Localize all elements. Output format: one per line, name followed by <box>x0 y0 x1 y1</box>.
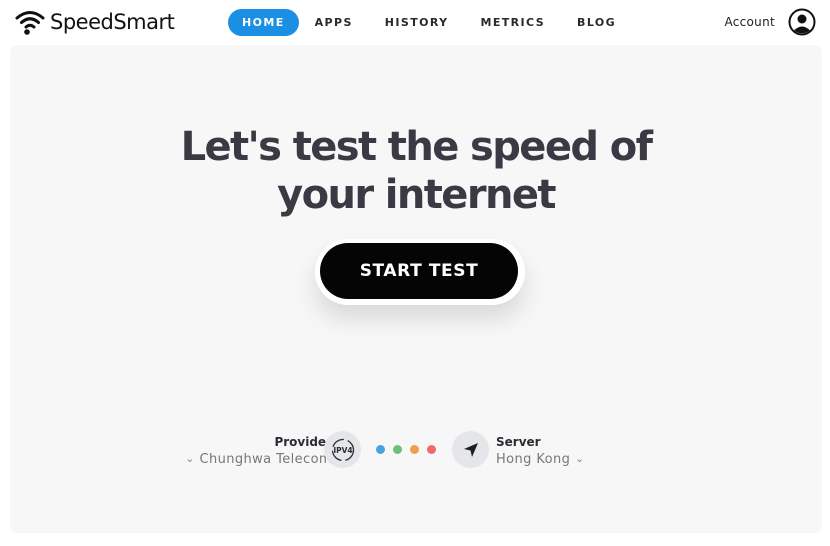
provider-value[interactable]: Chunghwa Telecom <box>199 452 332 467</box>
headline-highlight: internet <box>384 171 557 219</box>
main-panel: Let's test the speed of your internet ST… <box>10 45 822 533</box>
server-info[interactable]: Server Hong Kong ⌄ <box>496 434 584 469</box>
ipv4-label: IPV4 <box>333 446 352 455</box>
headline-line-2: your internet <box>10 171 822 219</box>
nav-home[interactable]: HOME <box>228 9 299 36</box>
user-avatar-icon[interactable] <box>788 8 816 36</box>
nav-metrics[interactable]: METRICS <box>468 9 559 36</box>
provider-value-row[interactable]: ⌄ Chunghwa Telecom <box>185 450 332 469</box>
nav-blog[interactable]: BLOG <box>564 9 629 36</box>
server-value[interactable]: Hong Kong <box>496 452 570 467</box>
status-dot-green <box>393 445 402 454</box>
account-menu[interactable]: Account <box>724 8 816 36</box>
status-dot-blue <box>376 445 385 454</box>
status-dot-orange <box>410 445 419 454</box>
status-dot-red <box>427 445 436 454</box>
provider-info[interactable]: Provider ⌄ Chunghwa Telecom <box>185 434 332 469</box>
account-label[interactable]: Account <box>724 15 775 29</box>
provider-title: Provider <box>274 435 332 449</box>
start-test-container: START TEST <box>315 239 525 305</box>
nav-apps[interactable]: APPS <box>302 9 366 36</box>
main-nav: HOME APPS HISTORY METRICS BLOG <box>228 9 632 36</box>
brand-logo[interactable]: SpeedSmart <box>14 8 175 36</box>
server-value-row[interactable]: Hong Kong ⌄ <box>496 450 584 469</box>
status-dots <box>376 445 444 454</box>
ipv4-icon: IPV4 <box>331 438 354 461</box>
hero-headline: Let's test the speed of your internet <box>10 123 822 219</box>
top-header: SpeedSmart HOME APPS HISTORY METRICS BLO… <box>0 0 830 45</box>
headline-highlight-text: internet <box>384 172 557 218</box>
headline-prefix: your <box>277 172 385 218</box>
wifi-icon <box>15 11 45 35</box>
server-location-button[interactable] <box>452 431 489 468</box>
headline-line-1: Let's test the speed of <box>180 124 653 170</box>
ipv4-badge: IPV4 <box>324 431 361 468</box>
chevron-down-icon: ⌄ <box>574 452 585 465</box>
chevron-down-icon: ⌄ <box>185 452 195 465</box>
server-title: Server <box>496 435 541 449</box>
navigation-arrow-icon <box>463 442 478 457</box>
start-test-button[interactable]: START TEST <box>320 243 518 299</box>
brand-name: SpeedSmart <box>50 10 175 34</box>
nav-history[interactable]: HISTORY <box>372 9 462 36</box>
